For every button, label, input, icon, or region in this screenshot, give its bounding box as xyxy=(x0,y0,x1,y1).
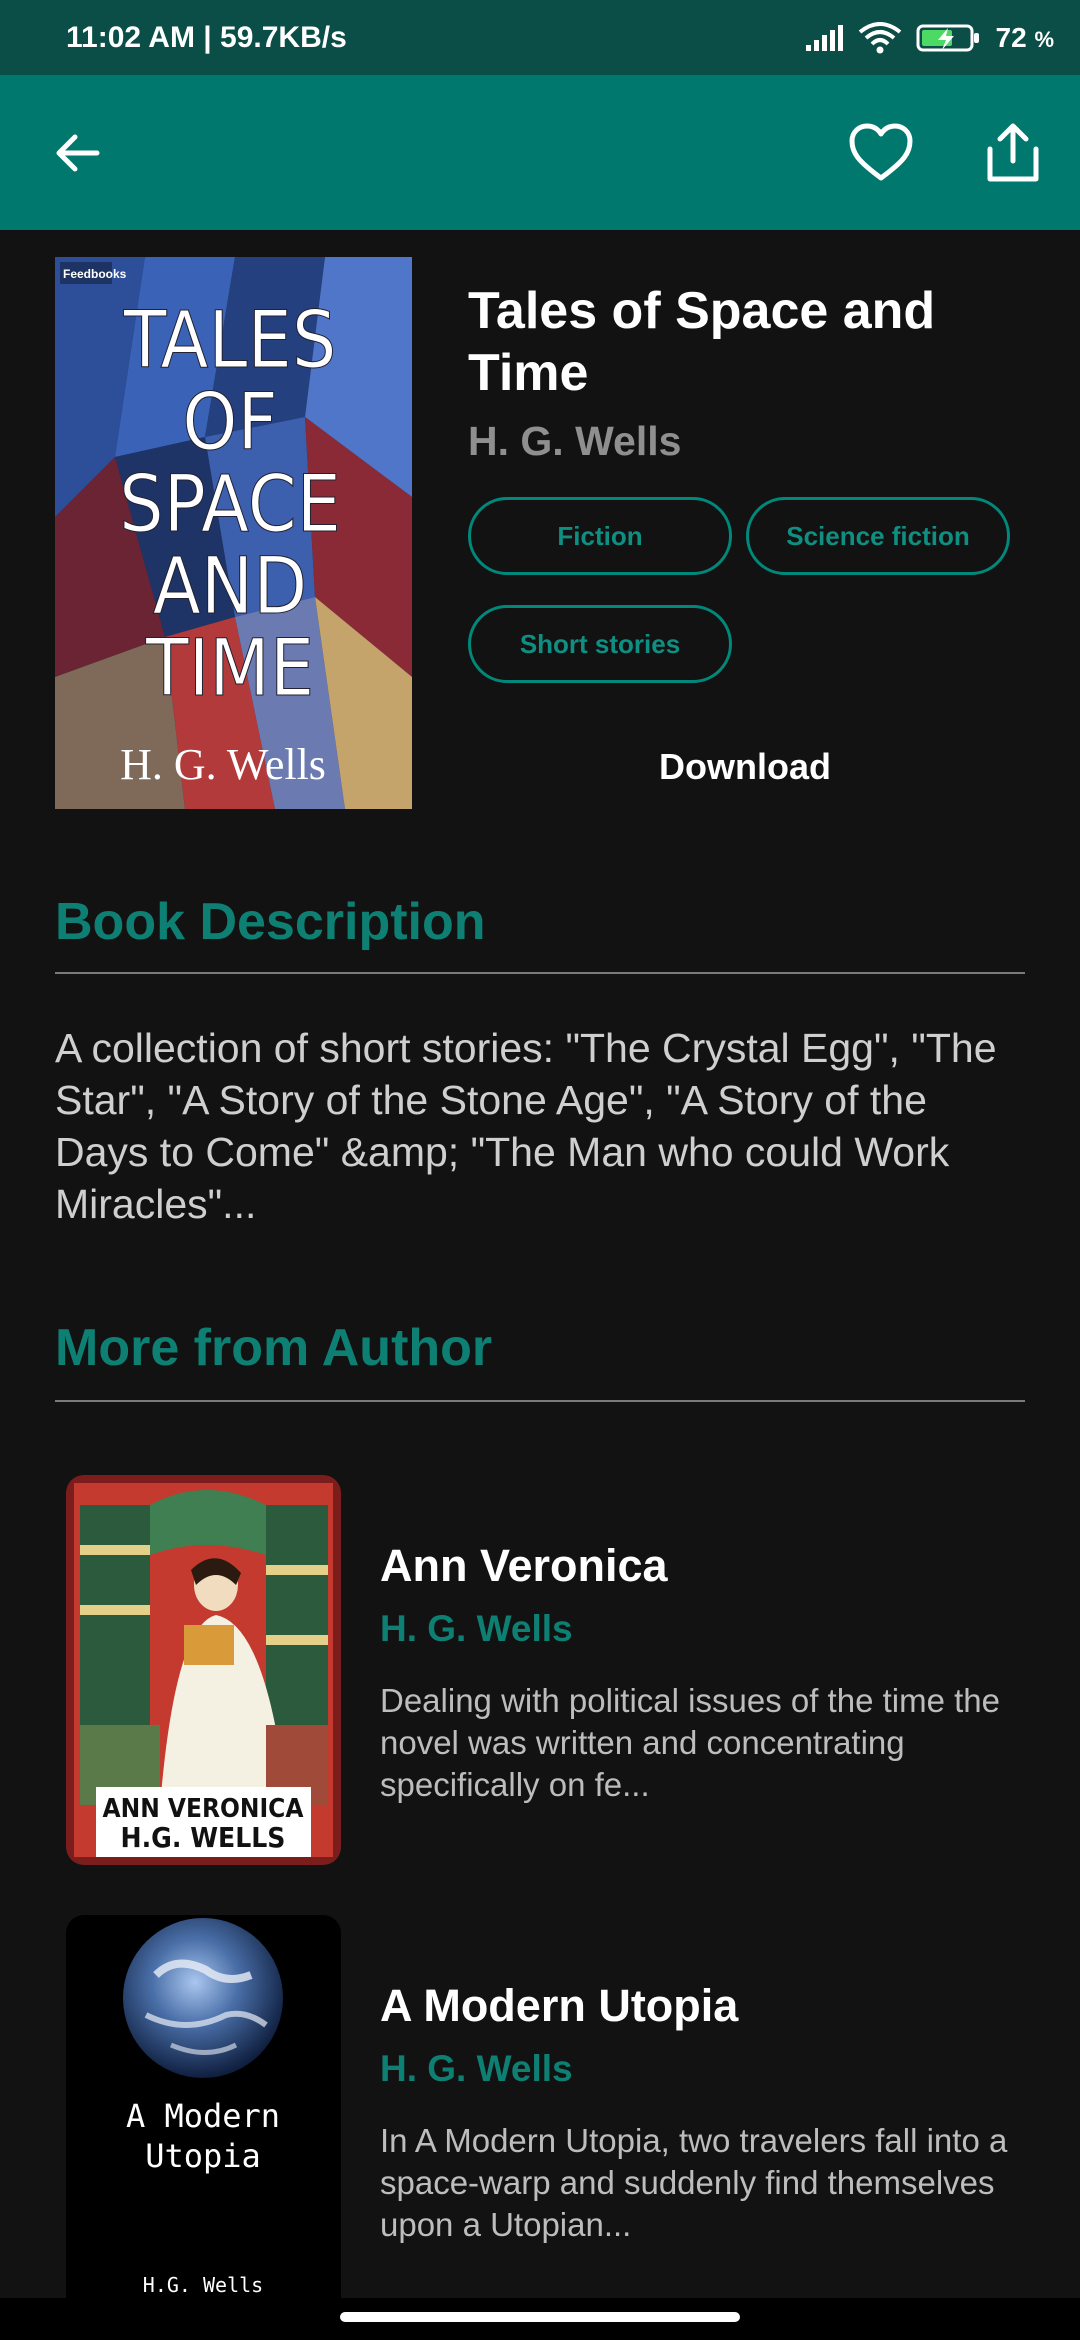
a-modern-utopia-cover-art: A Modern Utopia H.G. Wells xyxy=(66,1915,341,2298)
genre-chip-short-stories[interactable]: Short stories xyxy=(468,605,732,683)
related-book-cover[interactable]: ANN VERONICA H.G. WELLS xyxy=(66,1475,341,1865)
related-book-author: H. G. Wells xyxy=(380,1608,573,1649)
divider xyxy=(55,972,1025,974)
book-cover-art: Feedbooks TALES OF SPACE AND TIME H. G. … xyxy=(55,257,412,809)
more-from-author-heading: More from Author xyxy=(55,1319,493,1377)
back-button[interactable] xyxy=(34,110,120,196)
cover-line: ANN VERONICA xyxy=(103,1794,304,1824)
wifi-icon xyxy=(858,21,901,53)
cover-title-line: TIME xyxy=(145,624,314,714)
app-bar xyxy=(0,75,1080,230)
cover-title-line: OF xyxy=(182,378,278,468)
signal-icon xyxy=(805,24,843,51)
related-book-description: Dealing with political issues of the tim… xyxy=(380,1682,1000,1803)
cover-author: H. G. Wells xyxy=(120,740,326,789)
related-book-title[interactable]: A Modern Utopia xyxy=(380,1980,738,2032)
book-title: Tales of Space and Time xyxy=(468,282,936,402)
favorite-button[interactable] xyxy=(838,110,924,196)
cover-title-line: TALES xyxy=(123,296,337,386)
book-author: H. G. Wells xyxy=(468,418,682,464)
share-icon xyxy=(987,123,1039,182)
book-description-text: A collection of short stories: "The Crys… xyxy=(55,1025,997,1227)
download-button[interactable]: Download xyxy=(600,746,890,788)
related-book-description: In A Modern Utopia, two travelers fall i… xyxy=(380,2122,1008,2243)
cover-title-line: AND xyxy=(153,542,308,632)
related-book-title[interactable]: Ann Veronica xyxy=(380,1540,668,1592)
arrow-left-icon xyxy=(56,134,100,172)
status-icons: 72 % xyxy=(804,21,1055,54)
status-bar: 11:02 AM | 59.7KB/s 72 % xyxy=(0,0,1080,75)
genre-chip-fiction[interactable]: Fiction xyxy=(468,497,732,575)
book-cover: Feedbooks TALES OF SPACE AND TIME H. G. … xyxy=(55,257,412,809)
genre-chip-science-fiction[interactable]: Science fiction xyxy=(746,497,1010,575)
related-book-author: H. G. Wells xyxy=(380,2048,573,2089)
cover-line: H.G. WELLS xyxy=(121,1821,286,1854)
cover-line: Utopia xyxy=(145,2137,261,2175)
book-description-heading: Book Description xyxy=(55,893,486,951)
system-navigation-bar xyxy=(0,2298,1080,2340)
cover-line: A Modern xyxy=(126,2097,280,2135)
ann-veronica-cover-art: ANN VERONICA H.G. WELLS xyxy=(66,1475,341,1865)
battery-level: 72 % xyxy=(995,21,1055,53)
battery-charging-icon xyxy=(916,24,979,51)
cover-author: H.G. Wells xyxy=(143,2273,263,2297)
share-button[interactable] xyxy=(970,110,1056,196)
heart-outline-icon xyxy=(849,123,913,181)
related-book-cover[interactable]: A Modern Utopia H.G. Wells xyxy=(66,1915,341,2298)
status-time: 11:02 AM | 59.7KB/s xyxy=(66,20,347,54)
home-gesture-handle[interactable] xyxy=(340,2312,740,2322)
divider xyxy=(55,1400,1025,1402)
cover-publisher: Feedbooks xyxy=(63,267,127,281)
cover-title-line: SPACE xyxy=(119,460,341,550)
